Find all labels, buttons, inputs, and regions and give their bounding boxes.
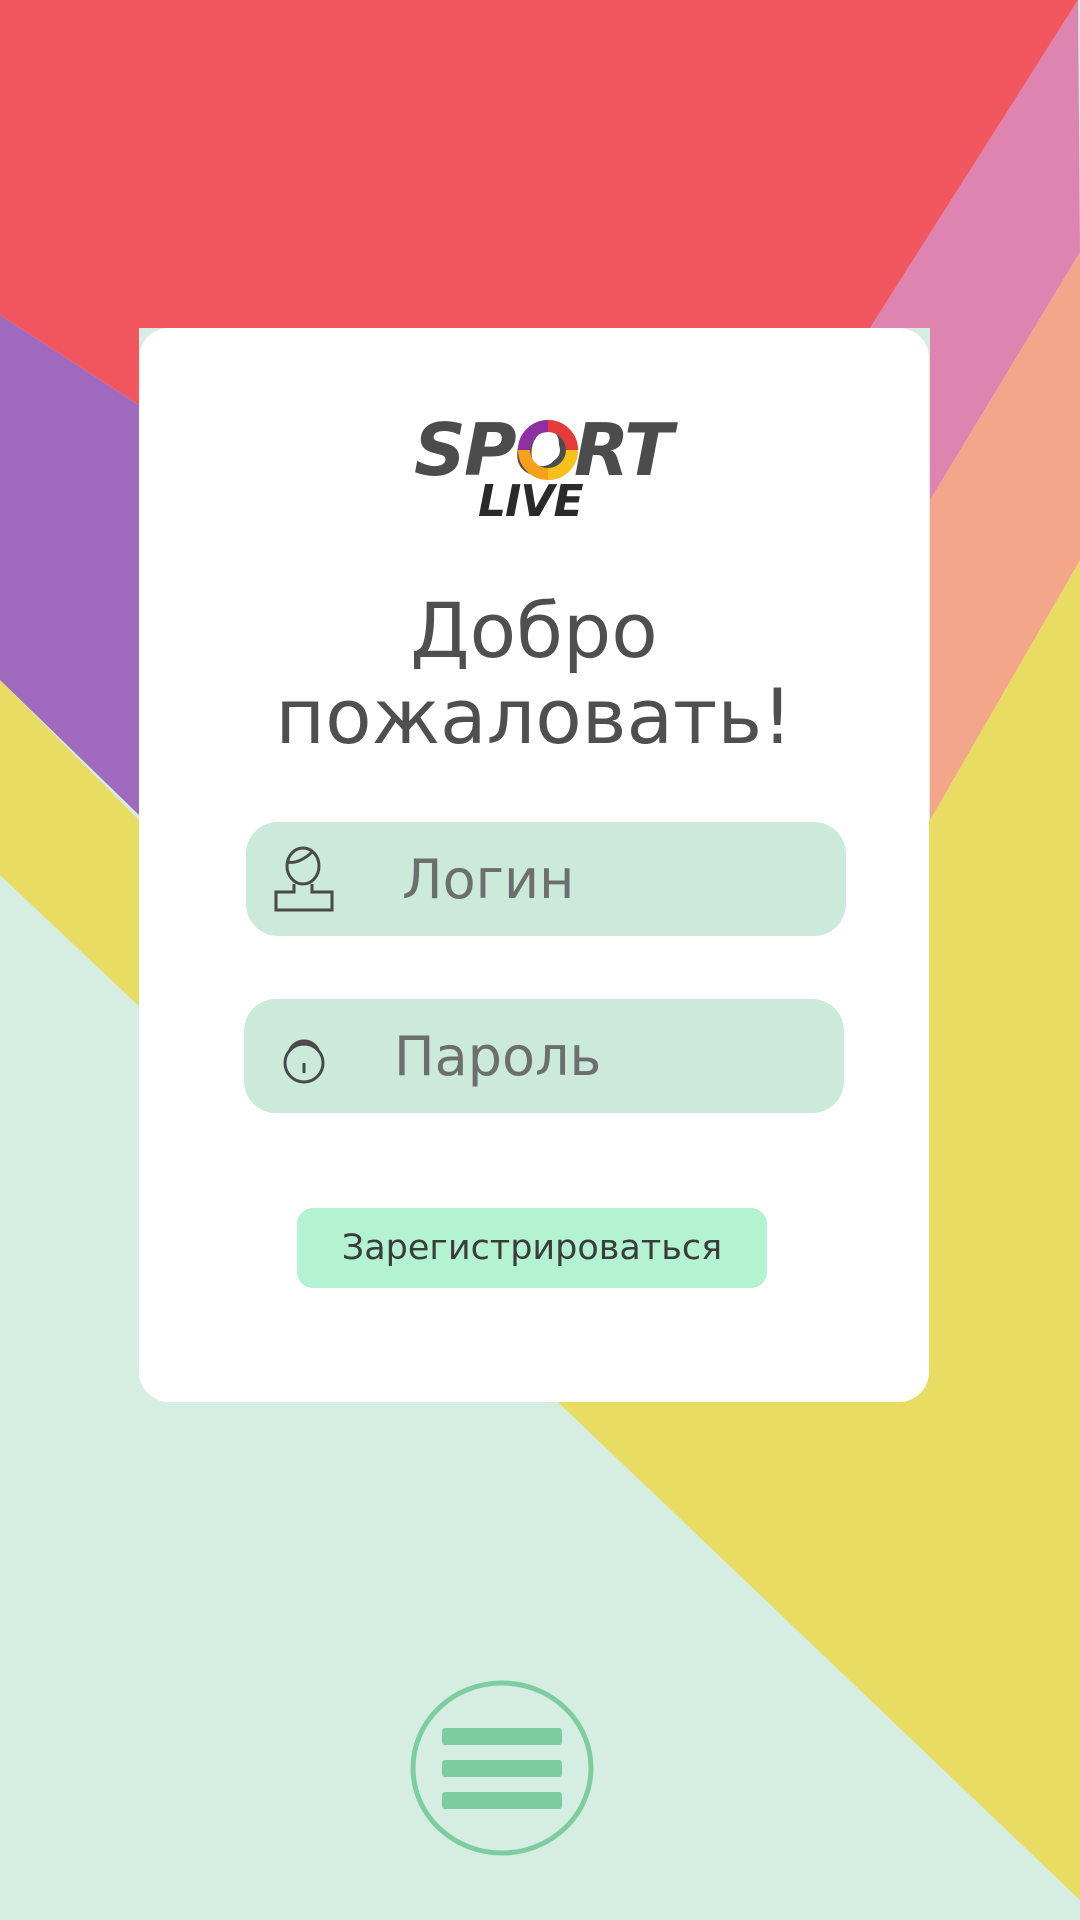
user-icon (274, 846, 334, 912)
register-button[interactable]: Зарегистрироваться (297, 1208, 767, 1288)
lock-icon (283, 1039, 325, 1084)
login-card: SPORT LIVE Добро пожаловать! (139, 328, 929, 1402)
welcome-heading: Добро пожаловать! (275, 586, 793, 761)
login-input[interactable] (402, 822, 842, 936)
logo-text-live: LIVE (478, 476, 584, 527)
password-input[interactable] (394, 999, 834, 1113)
login-field[interactable] (246, 822, 846, 936)
hamburger-menu-icon (410, 1680, 594, 1856)
sport-live-logo: SPORT LIVE (414, 414, 673, 527)
logo-ring-icon (518, 420, 578, 480)
menu-button[interactable] (410, 1680, 594, 1856)
password-field[interactable] (244, 999, 844, 1113)
